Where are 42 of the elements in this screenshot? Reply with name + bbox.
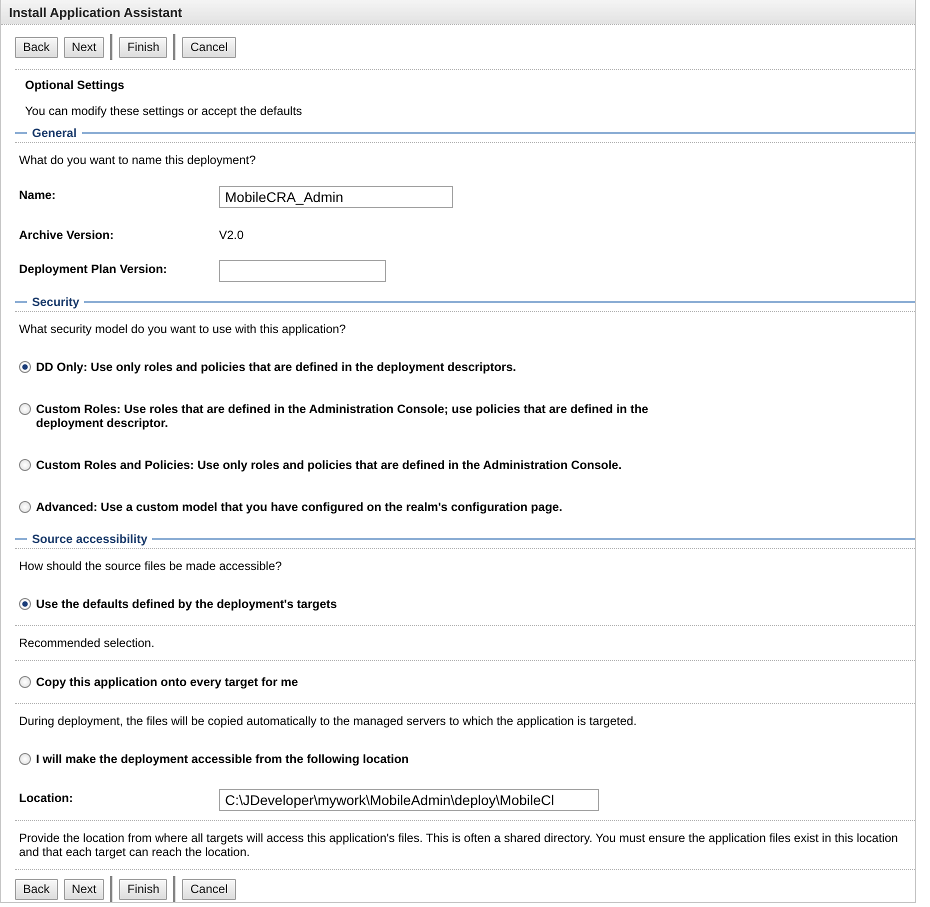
radio-button[interactable]: [19, 361, 31, 373]
wizard-button[interactable]: Next: [64, 878, 104, 900]
page-heading: Optional Settings: [24, 77, 126, 92]
radio-button[interactable]: [19, 753, 31, 765]
wizard-button[interactable]: Back: [15, 36, 58, 58]
window-title: Install Application Assistant: [1, 0, 915, 25]
radio-label[interactable]: Copy this application onto every target for me: [36, 675, 298, 689]
radio-label[interactable]: I will make the deployment accessible from the following location: [36, 752, 409, 766]
radio-label[interactable]: Advanced: Use a custom model that you have configured on the realm's configuration page.: [36, 500, 562, 514]
radio-button[interactable]: [19, 501, 31, 513]
radio-button[interactable]: [19, 459, 31, 471]
radio-label[interactable]: Custom Roles: Use roles that are defined in the Administration Console; use policies that are defined in the deployment descriptor.: [36, 402, 709, 430]
wizard-button[interactable]: Finish: [119, 36, 168, 58]
radio-label[interactable]: Custom Roles and Policies: Use only roles and policies that are defined in the Administration Console.: [36, 458, 622, 472]
field-label: Name:: [19, 187, 57, 202]
instruction-text: During deployment, the files will be copied automatically to the managed servers to which the application is targeted.: [18, 713, 638, 730]
radio-button[interactable]: [19, 676, 31, 688]
field-label: Deployment Plan Version:: [19, 261, 168, 276]
radio-button[interactable]: [19, 403, 31, 415]
wizard-button[interactable]: Next: [64, 36, 104, 58]
field-label: Archive Version:: [19, 227, 115, 242]
field-label: Location:: [19, 790, 74, 805]
wizard-button[interactable]: Cancel: [182, 878, 236, 900]
instruction-text: What do you want to name this deployment?: [18, 152, 257, 169]
text-field[interactable]: MobileCRA_Admin: [219, 186, 453, 208]
radio-button[interactable]: [19, 598, 31, 610]
text-field[interactable]: [219, 260, 386, 282]
wizard-button[interactable]: Back: [15, 878, 58, 900]
instruction-text: Provide the location from where all targets will access this application's files. This is often a shared directory. You must ensure the application files exist in this location and that each target can reach the location.: [18, 830, 899, 861]
instruction-text: Recommended selection.: [18, 635, 156, 652]
instruction-text: What security model do you want to use with this application?: [18, 321, 347, 338]
section-title: Security: [32, 295, 80, 309]
field-value: V2.0: [219, 227, 244, 242]
wizard-button[interactable]: Cancel: [182, 36, 236, 58]
radio-label[interactable]: DD Only: Use only roles and policies that are defined in the deployment descriptors.: [36, 360, 516, 374]
page-subtitle: You can modify these settings or accept the defaults: [24, 103, 304, 120]
section-title: General: [32, 126, 77, 140]
section-title: Source accessibility: [32, 532, 148, 546]
radio-label[interactable]: Use the defaults defined by the deployment's targets: [36, 597, 337, 611]
instruction-text: How should the source files be made accessible?: [18, 558, 283, 575]
text-field[interactable]: C:\JDeveloper\mywork\MobileAdmin\deploy\MobileCl: [219, 789, 599, 811]
wizard-button[interactable]: Finish: [119, 878, 168, 900]
